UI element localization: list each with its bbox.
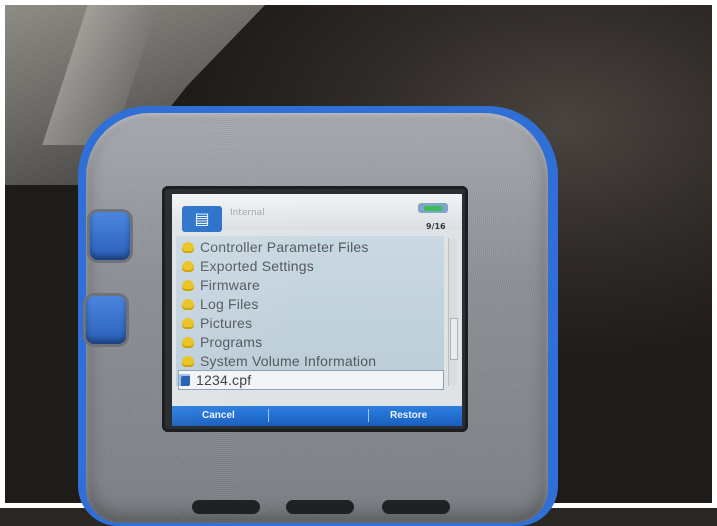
folder-icon bbox=[182, 355, 194, 367]
list-item-folder[interactable]: Pictures bbox=[182, 314, 440, 332]
list-item-folder[interactable]: Programs bbox=[182, 333, 440, 351]
folder-label: Exported Settings bbox=[200, 258, 314, 274]
folder-label: Controller Parameter Files bbox=[200, 239, 369, 255]
list-scrollbar[interactable] bbox=[448, 238, 458, 386]
softkey-divider bbox=[268, 409, 269, 422]
hardware-key-middle[interactable] bbox=[286, 500, 354, 514]
file-icon bbox=[179, 374, 190, 386]
folder-label: System Volume Information bbox=[200, 353, 377, 369]
restore-softkey[interactable]: Restore bbox=[390, 410, 427, 421]
folder-icon bbox=[182, 279, 194, 291]
folder-icon bbox=[182, 241, 194, 253]
side-button-lower[interactable] bbox=[86, 296, 126, 344]
screen-titlebar: ▤ Internal 9/16 bbox=[172, 194, 462, 232]
device-screen: ▤ Internal 9/16 Controller Parameter Fil… bbox=[172, 194, 462, 426]
list-item-folder[interactable]: System Volume Information bbox=[182, 352, 440, 370]
folder-icon: ▤ bbox=[182, 206, 222, 232]
folder-icon bbox=[182, 298, 194, 310]
folder-icon bbox=[182, 317, 194, 329]
side-button-upper[interactable] bbox=[90, 212, 130, 260]
folder-label: Pictures bbox=[200, 315, 253, 331]
folder-label: Log Files bbox=[200, 296, 259, 312]
scrollbar-thumb[interactable] bbox=[450, 318, 458, 360]
list-item-folder[interactable]: Controller Parameter Files bbox=[182, 238, 440, 256]
file-list: Controller Parameter Files Exported Sett… bbox=[176, 236, 444, 390]
battery-icon bbox=[418, 203, 448, 213]
hardware-key-right[interactable] bbox=[382, 500, 450, 514]
list-item-folder[interactable]: Firmware bbox=[182, 276, 440, 294]
hardware-key-left[interactable] bbox=[192, 500, 260, 514]
folder-label: Programs bbox=[200, 334, 263, 350]
folder-label: Firmware bbox=[200, 277, 260, 293]
cancel-softkey[interactable]: Cancel bbox=[202, 410, 235, 421]
list-item-file-selected[interactable]: 1234.cpf bbox=[178, 370, 444, 390]
location-label: Internal bbox=[230, 208, 265, 218]
softkey-divider bbox=[368, 409, 369, 422]
item-counter: 9/16 bbox=[426, 222, 446, 231]
folder-icon bbox=[182, 336, 194, 348]
list-item-folder[interactable]: Log Files bbox=[182, 295, 440, 313]
folder-icon bbox=[182, 260, 194, 272]
file-label: 1234.cpf bbox=[196, 372, 252, 388]
softkey-bar: Cancel Restore bbox=[172, 406, 462, 426]
list-item-folder[interactable]: Exported Settings bbox=[182, 257, 440, 275]
